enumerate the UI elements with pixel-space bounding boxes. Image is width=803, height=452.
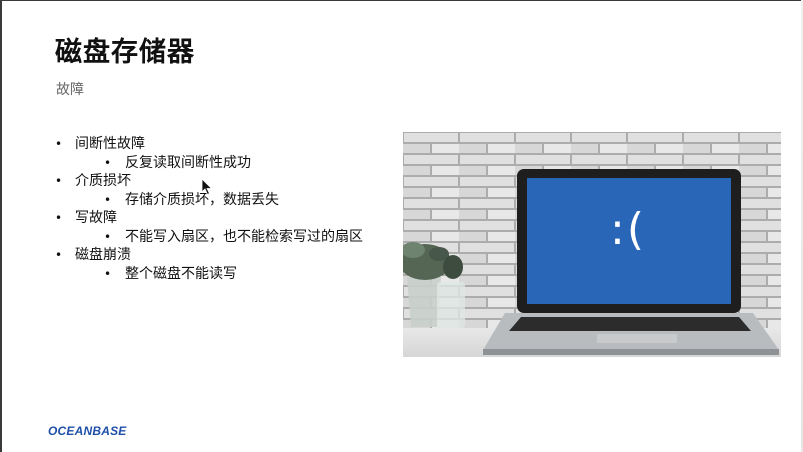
sub-bullet-list: 整个磁盘不能读写 bbox=[75, 265, 363, 284]
sub-bullet-text: 不能写入扇区，也不能检索写过的扇区 bbox=[125, 228, 363, 245]
bullet-item: 写故障 不能写入扇区，也不能检索写过的扇区 bbox=[55, 209, 363, 246]
sub-bullet-item: 反复读取间断性成功 bbox=[104, 154, 363, 173]
slide-subtitle: 故障 bbox=[56, 82, 84, 98]
sub-bullet-item: 存储介质损坏，数据丢失 bbox=[104, 191, 363, 210]
sub-bullet-item: 不能写入扇区，也不能检索写过的扇区 bbox=[104, 228, 363, 247]
bullet-item: 磁盘崩溃 整个磁盘不能读写 bbox=[55, 246, 363, 283]
laptop-bsod-photo: :( bbox=[403, 132, 781, 357]
bullet-item: 间断性故障 反复读取间断性成功 bbox=[55, 135, 363, 172]
oceanbase-logo: OCEANBASE bbox=[48, 424, 127, 438]
bsod-face: :( bbox=[610, 204, 646, 255]
sub-bullet-list: 存储介质损坏，数据丢失 bbox=[75, 191, 363, 210]
bullet-text: 介质损坏 bbox=[75, 173, 131, 189]
slide-title: 磁盘存储器 bbox=[55, 37, 195, 68]
bullet-text: 间断性故障 bbox=[75, 136, 145, 152]
sub-bullet-list: 反复读取间断性成功 bbox=[75, 154, 363, 173]
bullet-text: 写故障 bbox=[75, 210, 117, 226]
sub-bullet-text: 反复读取间断性成功 bbox=[125, 154, 251, 171]
sub-bullet-list: 不能写入扇区，也不能检索写过的扇区 bbox=[75, 228, 363, 247]
mouse-cursor-icon bbox=[201, 178, 213, 200]
sub-bullet-item: 整个磁盘不能读写 bbox=[104, 265, 363, 284]
bullet-list: 间断性故障 反复读取间断性成功 介质损坏 存储介质损坏，数据丢失 写故障 不能写… bbox=[55, 135, 363, 283]
bullet-text: 磁盘崩溃 bbox=[75, 247, 131, 263]
sub-bullet-text: 整个磁盘不能读写 bbox=[125, 265, 237, 282]
